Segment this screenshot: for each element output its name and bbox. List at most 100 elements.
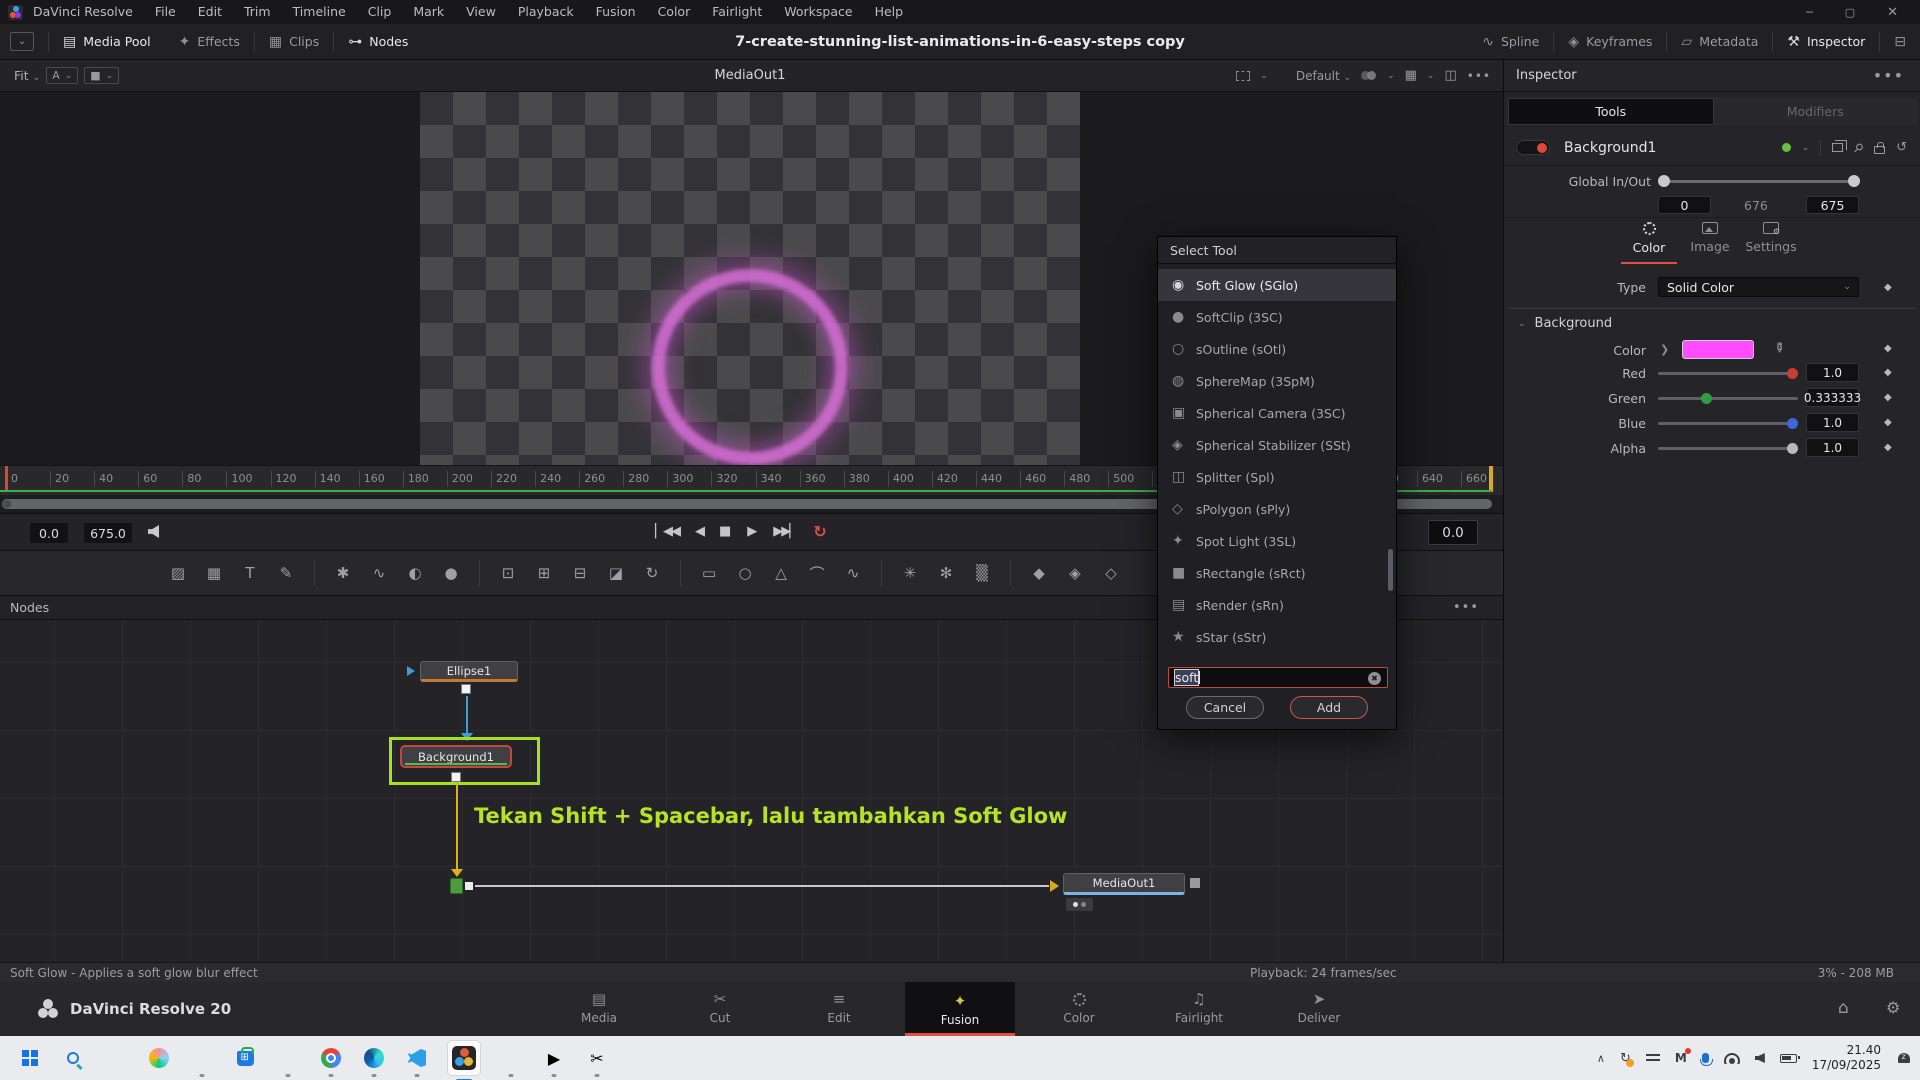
page-tab-fairlight[interactable]: ♫Fairlight <box>1144 982 1254 1033</box>
menu-item-file[interactable]: File <box>144 0 187 24</box>
menu-item-workspace[interactable]: Workspace <box>773 0 863 24</box>
global-in-field[interactable]: 0 <box>1658 196 1711 214</box>
tab-settings[interactable]: Settings <box>1743 222 1799 254</box>
tool-item-srectangle-srct[interactable]: ■sRectangle (sRct) <box>1158 557 1396 589</box>
range-out-field[interactable]: 675.0 <box>84 523 132 543</box>
page-tab-fusion[interactable]: ✦Fusion <box>905 982 1015 1036</box>
viewer-options-icon[interactable]: ••• <box>1467 69 1491 83</box>
toolbar-effects[interactable]: ✦Effects <box>165 34 254 50</box>
taskbar-task-view-icon[interactable] <box>103 1045 129 1071</box>
red-slider-knob[interactable] <box>1787 368 1798 379</box>
lut-dropdown[interactable]: Default ⌄ <box>1296 69 1351 83</box>
paint-tool-icon[interactable]: ✎ <box>268 558 304 588</box>
home-icon[interactable]: ⌂ <box>1838 998 1849 1018</box>
particle-render-tool-icon[interactable]: ▒ <box>964 558 1000 588</box>
toolbar-keyframes[interactable]: ◈Keyframes <box>1554 34 1666 50</box>
nodes-options-icon[interactable]: ••• <box>1453 600 1503 615</box>
green-slider[interactable] <box>1658 397 1798 400</box>
tool-item-spheremap-3spm[interactable]: ◍SphereMap (3SpM) <box>1158 365 1396 397</box>
keyframe-diamond-icon[interactable]: ◆ <box>1884 442 1892 453</box>
view-mode-button[interactable]: ■ ⌄ <box>84 67 119 84</box>
page-tab-cut[interactable]: ✂Cut <box>665 982 775 1033</box>
alpha-slider[interactable] <box>1658 447 1798 450</box>
clock[interactable]: 21.40 17/09/2025 <box>1812 1043 1881 1073</box>
alpha-value-field[interactable]: 1.0 <box>1806 438 1859 457</box>
inspector-options-icon[interactable]: ••• <box>1873 66 1920 85</box>
tab-tools[interactable]: Tools <box>1508 98 1714 125</box>
copy-settings-icon[interactable] <box>1832 143 1843 152</box>
range-in-field[interactable]: 0.0 <box>30 523 68 543</box>
menu-item-fairlight[interactable]: Fairlight <box>701 0 773 24</box>
wifi-icon[interactable] <box>1724 1053 1740 1064</box>
playhead-marker[interactable] <box>5 466 8 490</box>
taskbar-store-icon[interactable] <box>232 1045 258 1071</box>
node-ellipse1[interactable]: Ellipse1 <box>420 661 518 682</box>
menu-item-help[interactable]: Help <box>864 0 915 24</box>
green-slider-knob[interactable] <box>1701 393 1712 404</box>
menu-item-fusion[interactable]: Fusion <box>585 0 647 24</box>
color-swatch[interactable] <box>1682 340 1754 359</box>
background-output-connector[interactable] <box>451 772 461 782</box>
taskbar-file-explorer-icon[interactable] <box>189 1045 215 1071</box>
merge-multi-tool-icon[interactable]: ⊟ <box>562 558 598 588</box>
toolbar-nodes[interactable]: ⊶Nodes <box>334 34 422 50</box>
blue-slider-knob[interactable] <box>1787 418 1798 429</box>
pin-icon[interactable]: ⚲ <box>1851 139 1867 155</box>
tab-color[interactable]: Color <box>1621 222 1677 255</box>
menu-item-edit[interactable]: Edit <box>187 0 233 24</box>
roi-icon[interactable] <box>1236 71 1250 81</box>
node-color-dot-icon[interactable] <box>1782 143 1791 152</box>
blue-slider[interactable] <box>1658 422 1798 425</box>
menu-item-view[interactable]: View <box>455 0 507 24</box>
brightness-contrast-tool-icon[interactable]: ◐ <box>397 558 433 588</box>
go-to-start-button[interactable]: ▏◀◀ <box>655 524 679 539</box>
node-mediaout1[interactable]: MediaOut1 <box>1063 873 1185 895</box>
toolbar-clips[interactable]: ▦Clips <box>255 34 333 50</box>
toolbar-media-pool[interactable]: ▤Media Pool <box>49 34 165 50</box>
tab-modifiers[interactable]: Modifiers <box>1714 98 1918 125</box>
output-connector-small[interactable] <box>465 882 473 890</box>
page-tab-color[interactable]: Color <box>1024 982 1134 1033</box>
panel-layout-toggle-icon[interactable]: ⊟ <box>1880 34 1920 50</box>
menu-item-clip[interactable]: Clip <box>357 0 403 24</box>
global-out-knob[interactable] <box>1848 175 1860 187</box>
tool-item-softclip-3sc[interactable]: ●SoftClip (3SC) <box>1158 301 1396 333</box>
settings-gear-icon[interactable]: ⚙ <box>1886 998 1900 1017</box>
color-controls-icon[interactable] <box>1361 70 1377 82</box>
close-button[interactable]: ✕ <box>1887 5 1898 20</box>
menu-item-timeline[interactable]: Timeline <box>282 0 357 24</box>
blue-value-field[interactable]: 1.0 <box>1806 413 1859 432</box>
tool-item-spherical-camera-3sc[interactable]: ▣Spherical Camera (3SC) <box>1158 397 1396 429</box>
background-tool-icon[interactable]: ▨ <box>160 558 196 588</box>
menu-item-mark[interactable]: Mark <box>402 0 455 24</box>
dual-view-icon[interactable]: ◫ <box>1444 68 1456 83</box>
ellipse-output-connector[interactable] <box>461 684 471 694</box>
audio-mute-icon[interactable] <box>148 525 159 538</box>
tool-search-input[interactable]: soft ✖ <box>1168 667 1388 688</box>
tool-item-srender-srn[interactable]: ▤sRender (sRn) <box>1158 589 1396 621</box>
taskbar-chrome-icon[interactable] <box>318 1045 344 1071</box>
matte-control-tool-icon[interactable]: ◪ <box>598 558 634 588</box>
spline-mask-tool-icon[interactable]: ∿ <box>835 558 871 588</box>
reset-icon[interactable]: ↺ <box>1896 140 1907 155</box>
merge-tool-icon[interactable]: ⊡ <box>490 558 526 588</box>
menu-item-color[interactable]: Color <box>647 0 702 24</box>
particle-spawn-tool-icon[interactable]: ✻ <box>928 558 964 588</box>
render3d-tool-icon[interactable]: ◇ <box>1093 558 1129 588</box>
keyframe-diamond-icon[interactable]: ◆ <box>1884 392 1892 403</box>
page-tab-deliver[interactable]: ➤Deliver <box>1264 982 1374 1033</box>
zoom-fit-dropdown[interactable]: Fit ⌄ <box>14 68 40 83</box>
bspline-mask-tool-icon[interactable]: ⌒ <box>799 558 835 588</box>
keyframe-diamond-icon[interactable]: ◆ <box>1884 343 1892 354</box>
menu-item-playback[interactable]: Playback <box>507 0 585 24</box>
text-tool-icon[interactable]: T <box>232 558 268 588</box>
collapse-toolbar-button[interactable]: ⌄ <box>10 32 34 51</box>
tool-item-splitter-spl[interactable]: ◫Splitter (Spl) <box>1158 461 1396 493</box>
settings-sliders-icon[interactable] <box>1646 1053 1660 1063</box>
polygon-mask-tool-icon[interactable]: △ <box>763 558 799 588</box>
stop-button[interactable]: ■ <box>719 524 731 539</box>
taskbar-vscode-icon[interactable] <box>404 1045 430 1071</box>
clear-search-icon[interactable]: ✖ <box>1368 672 1381 685</box>
keyframe-diamond-icon[interactable]: ◆ <box>1884 367 1892 378</box>
global-in-knob[interactable] <box>1658 175 1670 187</box>
